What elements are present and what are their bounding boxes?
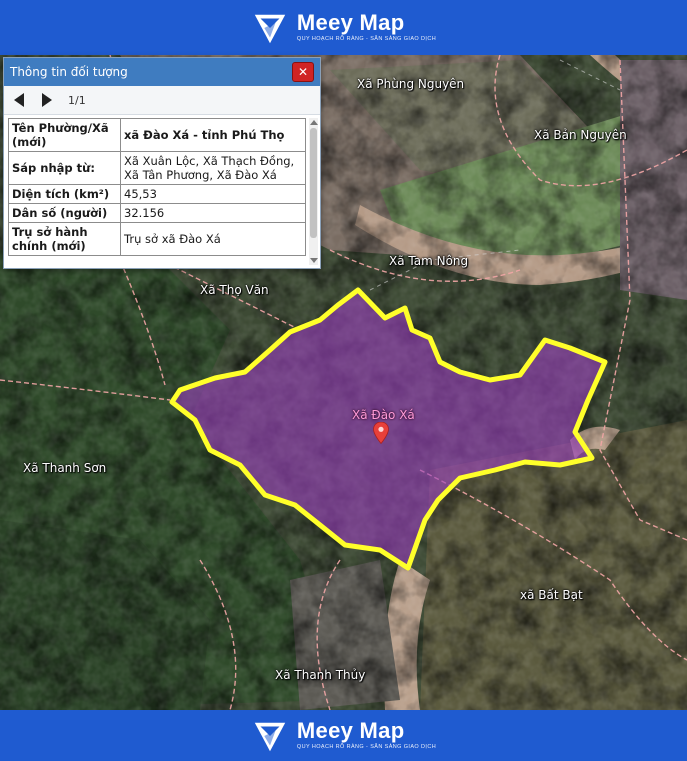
field-value: 32.156 <box>120 203 306 223</box>
map-label-bat-bat: xã Bất Bạt <box>520 588 583 602</box>
table-row: Dân số (người) 32.156 <box>8 203 306 223</box>
brand-name: Meey Map <box>296 10 405 36</box>
brand-tagline: QUY HOẠCH RÕ RÀNG - SẴN SÀNG GIAO DỊCH <box>296 36 437 43</box>
header-bar: Meey Map QUY HOẠCH RÕ RÀNG - SẴN SÀNG GI… <box>0 0 687 55</box>
table-row: Trụ sở hành chính (mới) Trụ sở xã Đào Xá <box>8 222 306 256</box>
location-pin-icon[interactable] <box>373 422 389 444</box>
map-label-tam-nong: Xã Tam Nông <box>389 254 469 268</box>
field-value: 45,53 <box>120 184 306 204</box>
info-table: Tên Phường/Xã (mới) xã Đào Xá - tỉnh Phú… <box>8 118 306 256</box>
meey-logo-icon <box>254 14 286 43</box>
map-label-dao-xa: Xã Đào Xá <box>352 408 415 422</box>
next-arrow-icon[interactable] <box>42 93 52 107</box>
field-label: Tên Phường/Xã (mới) <box>8 118 121 152</box>
brand-name: Meey Map <box>296 718 405 744</box>
map-label-ban-nguyen: Xã Bản Nguyên <box>534 128 627 142</box>
panel-header: Thông tin đối tượng ✕ <box>4 58 320 86</box>
map-label-thanh-son: Xã Thanh Sơn <box>23 461 107 475</box>
close-button[interactable]: ✕ <box>292 62 314 82</box>
field-label: Trụ sở hành chính (mới) <box>8 222 121 256</box>
footer-bar: Meey Map QUY HOẠCH RÕ RÀNG - SẴN SÀNG GI… <box>0 710 687 761</box>
map-label-thanh-thuy: Xã Thanh Thủy <box>275 668 366 682</box>
panel-pagination: 1/1 <box>4 86 320 115</box>
field-label: Dân số (người) <box>8 203 121 223</box>
map-label-tho-van: Xã Thọ Văn <box>200 283 269 297</box>
scroll-down-icon[interactable] <box>309 258 318 263</box>
previous-arrow-icon[interactable] <box>14 93 24 107</box>
field-label: Sáp nhập từ: <box>8 151 121 185</box>
map-label-phung-nguyen: Xã Phùng Nguyên <box>357 77 465 91</box>
field-label: Diện tích (km²) <box>8 184 121 204</box>
brand-tagline: QUY HOẠCH RÕ RÀNG - SẴN SÀNG GIAO DỊCH <box>296 744 437 751</box>
panel-title: Thông tin đối tượng <box>10 65 128 79</box>
page-counter: 1/1 <box>68 93 86 107</box>
scroll-thumb[interactable] <box>310 128 317 238</box>
info-table-container[interactable]: Tên Phường/Xã (mới) xã Đào Xá - tỉnh Phú… <box>8 118 306 265</box>
panel-scrollbar[interactable] <box>309 118 318 265</box>
scroll-up-icon[interactable] <box>309 120 318 125</box>
table-row: Tên Phường/Xã (mới) xã Đào Xá - tỉnh Phú… <box>8 118 306 152</box>
table-row: Diện tích (km²) 45,53 <box>8 184 306 204</box>
brand[interactable]: Meey Map QUY HOẠCH RÕ RÀNG - SẴN SÀNG GI… <box>251 9 436 47</box>
meey-logo-icon <box>254 722 286 751</box>
field-value: Trụ sở xã Đào Xá <box>120 222 306 256</box>
object-info-panel: Thông tin đối tượng ✕ 1/1 Tên Phường/Xã … <box>3 57 321 269</box>
field-value: xã Đào Xá - tỉnh Phú Thọ <box>120 118 306 152</box>
brand[interactable]: Meey Map QUY HOẠCH RÕ RÀNG - SẴN SÀNG GI… <box>251 717 436 755</box>
field-value: Xã Xuân Lộc, Xã Thạch Đồng, Xã Tân Phươn… <box>120 151 306 185</box>
table-row: Sáp nhập từ: Xã Xuân Lộc, Xã Thạch Đồng,… <box>8 151 306 185</box>
